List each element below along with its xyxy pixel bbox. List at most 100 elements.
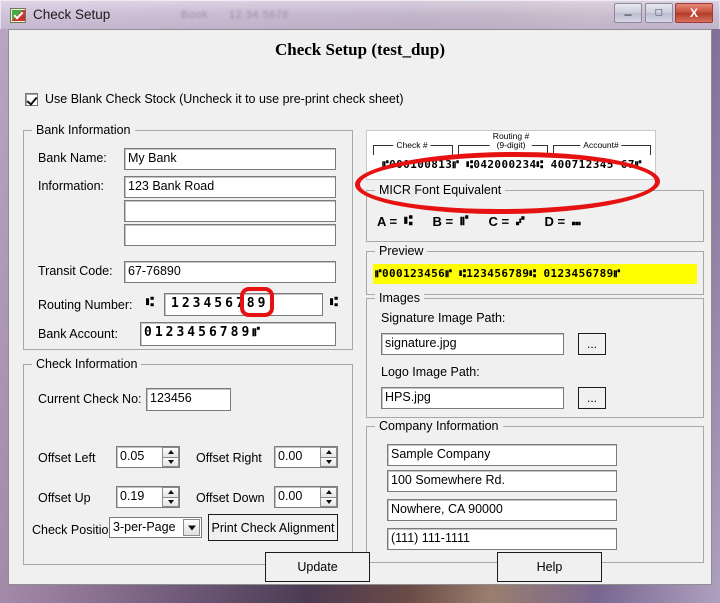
preview-legend: Preview [375, 244, 428, 258]
offset-up-label: Offset Up [38, 491, 91, 505]
micr-dash-symbol-icon: ⑉ [572, 213, 581, 229]
offset-down-stepper[interactable]: 0.00 [274, 486, 338, 508]
bank-information-group: Bank Information Bank Name: My Bank Info… [23, 123, 353, 350]
signature-browse-label: ... [586, 337, 597, 351]
offset-right-spin-buttons[interactable] [320, 447, 337, 467]
offset-right-spin-down[interactable] [320, 457, 337, 467]
offset-down-spin-up[interactable] [320, 487, 337, 498]
micr-font-equivalent-legend: MICR Font Equivalent [375, 183, 506, 197]
current-check-no-input[interactable]: 123456 [146, 388, 231, 411]
check-information-legend: Check Information [32, 357, 142, 371]
page-title: Check Setup (test_dup) [274, 40, 446, 59]
bank-account-label: Bank Account: [38, 327, 118, 341]
routing-prefix-micr-symbol: ⑆ [146, 295, 154, 310]
logo-browse-button[interactable]: ... [578, 387, 606, 409]
routing-number-label: Routing Number: [38, 298, 133, 312]
bank-information-legend: Bank Information [32, 123, 135, 137]
window-title: Check Setup [33, 7, 111, 22]
update-button[interactable]: Update [265, 552, 370, 582]
use-blank-check-stock-label: Use Blank Check Stock (Uncheck it to use… [45, 92, 404, 106]
logo-image-path-input[interactable]: HPS.jpg [381, 387, 564, 409]
information-input-line2[interactable] [124, 200, 336, 222]
check-position-dropdown[interactable]: 3-per-Page [109, 517, 202, 538]
offset-up-spin-up[interactable] [162, 487, 179, 498]
routing-number-input[interactable]: 123456789 [164, 293, 323, 316]
account-number-bracket-label: Account# [580, 140, 622, 150]
app-checkmark-icon [10, 8, 26, 23]
maximize-button[interactable]: □ [645, 3, 673, 23]
bank-account-onus-symbol: ⑈ [252, 325, 261, 340]
information-label: Information: [38, 179, 105, 193]
preview-micr-line: ⑈000123456⑈ ⑆123456789⑆ 0123456789⑈ [373, 264, 697, 284]
offset-down-spin-down[interactable] [320, 497, 337, 507]
offset-left-spin-down[interactable] [162, 457, 179, 467]
offset-left-label: Offset Left [38, 451, 96, 465]
company-line-1-input[interactable]: Sample Company [387, 444, 617, 466]
routing-number-bracket-label: Routing # (9-digit) [489, 132, 533, 150]
micr-equiv-c-letter: C = [488, 213, 510, 229]
preview-group: Preview ⑈000123456⑈ ⑆123456789⑆ 01234567… [366, 244, 704, 295]
checkbox-checked-icon [25, 92, 38, 106]
images-legend: Images [375, 291, 424, 305]
micr-onus-symbol-icon: ⑈ [460, 213, 469, 229]
offset-left-stepper[interactable]: 0.05 [116, 446, 180, 468]
company-information-group: Company Information Sample Company 100 S… [366, 419, 704, 563]
routing-suffix-micr-symbol: ⑆ [330, 295, 338, 310]
print-check-alignment-button[interactable]: Print Check Alignment [208, 514, 338, 541]
offset-right-label: Offset Right [196, 451, 262, 465]
minimize-icon: – [624, 6, 632, 22]
micr-transit-symbol-icon: ⑆ [404, 213, 413, 229]
check-position-value: 3-per-Page [113, 520, 176, 534]
micr-equiv-b: B = ⑈ [433, 213, 469, 229]
micr-equiv-a-letter: A = [377, 213, 398, 229]
glass-ghost-text-1: Book [181, 9, 209, 21]
bank-account-input[interactable]: 0123456789⑈ [140, 322, 336, 346]
help-button[interactable]: Help [497, 552, 602, 582]
check-number-bracket-label: Check # [393, 140, 431, 150]
company-line-3-input[interactable]: Nowhere, CA 90000 [387, 499, 617, 521]
offset-up-spin-buttons[interactable] [162, 487, 179, 507]
micr-equiv-b-letter: B = [432, 213, 454, 229]
offset-up-spin-down[interactable] [162, 497, 179, 507]
micr-diagram-panel: Check # Routing # (9-digit) Account# ⑈00… [366, 130, 656, 180]
use-blank-check-stock-checkbox[interactable]: Use Blank Check Stock (Uncheck it to use… [25, 92, 403, 106]
company-information-legend: Company Information [375, 419, 503, 433]
print-check-alignment-label: Print Check Alignment [211, 520, 335, 535]
micr-sample-line: ⑈000100813⑈ ⑆042000234⑆ 400712345 67⑈ [382, 158, 642, 171]
transit-code-label: Transit Code: [38, 264, 113, 278]
information-input-line3[interactable] [124, 224, 336, 246]
offset-left-spin-up[interactable] [162, 447, 179, 458]
company-line-2-input[interactable]: 100 Somewhere Rd. [387, 470, 617, 492]
micr-font-equivalent-row: A = ⑆ B = ⑈ C = ⑇ D = ⑉ [377, 213, 695, 229]
information-input-line1[interactable]: 123 Bank Road [124, 176, 336, 198]
close-icon: X [689, 6, 698, 20]
micr-font-equivalent-group: MICR Font Equivalent A = ⑆ B = ⑈ C = ⑇ D… [366, 183, 704, 242]
glass-ghost-text-2: 12 34 5678 [229, 9, 290, 21]
offset-down-label: Offset Down [196, 491, 265, 505]
offset-up-stepper[interactable]: 0.19 [116, 486, 180, 508]
bank-name-label: Bank Name: [38, 151, 107, 165]
current-check-no-label: Current Check No: [38, 392, 142, 406]
company-line-4-input[interactable]: (111) 111-1111 [387, 528, 617, 550]
help-button-label: Help [536, 560, 563, 574]
offset-down-spin-buttons[interactable] [320, 487, 337, 507]
minimize-button[interactable]: – [614, 3, 642, 23]
logo-image-path-label: Logo Image Path: [381, 365, 480, 379]
chevron-down-icon[interactable] [183, 519, 200, 536]
offset-right-stepper[interactable]: 0.00 [274, 446, 338, 468]
bank-name-input[interactable]: My Bank [124, 148, 336, 170]
micr-equiv-d-letter: D = [544, 213, 566, 229]
close-button[interactable]: X [675, 3, 713, 23]
offset-right-spin-up[interactable] [320, 447, 337, 458]
update-button-label: Update [297, 560, 338, 574]
micr-amount-symbol-icon: ⑇ [516, 213, 525, 229]
offset-left-spin-buttons[interactable] [162, 447, 179, 467]
bank-account-value: 0123456789 [144, 325, 253, 340]
maximize-icon: □ [655, 6, 663, 19]
images-group: Images Signature Image Path: signature.j… [366, 291, 704, 418]
transit-code-input[interactable]: 67-76890 [124, 261, 336, 283]
check-position-label: Check Position [32, 523, 116, 537]
signature-image-path-label: Signature Image Path: [381, 311, 506, 325]
signature-browse-button[interactable]: ... [578, 333, 606, 355]
signature-image-path-input[interactable]: signature.jpg [381, 333, 564, 355]
